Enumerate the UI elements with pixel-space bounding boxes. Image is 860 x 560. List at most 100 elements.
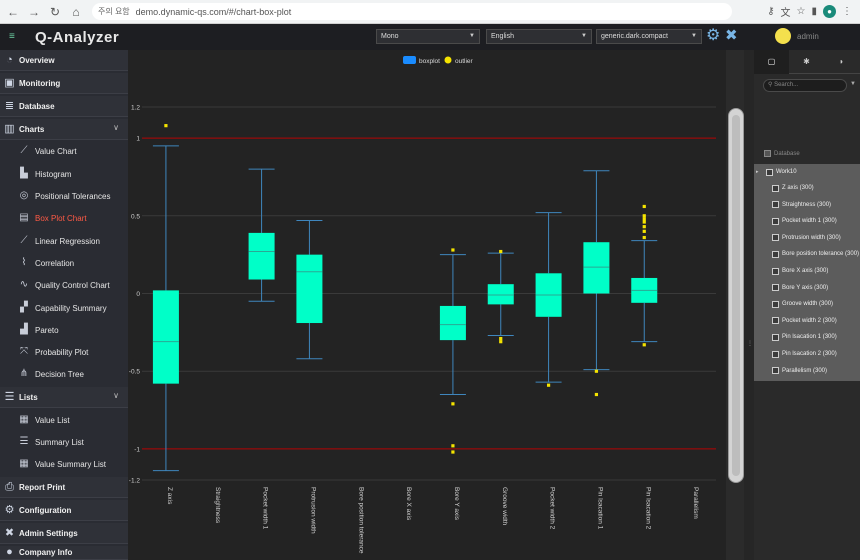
chevron-down-icon[interactable]: ▼: [850, 81, 858, 89]
outlier-point: [451, 402, 455, 406]
tree-checkbox[interactable]: [772, 234, 779, 242]
sidebar-item-linear-regression[interactable]: ⟋ Linear Regression: [0, 230, 128, 252]
sidebar-item-value-summary-list[interactable]: ▦ Value Summary List: [0, 453, 128, 475]
sidebar-item-database[interactable]: ≣ Database: [0, 96, 128, 117]
tree-item[interactable]: Parallelism (300): [754, 363, 860, 379]
tree-item[interactable]: Bore X axis (300): [754, 263, 860, 279]
sidebar-item-label: Overview: [19, 55, 55, 65]
avatar[interactable]: [775, 28, 791, 44]
sidebar-item-configuration[interactable]: ⚙ Configuration: [0, 500, 128, 521]
x-category-label: Pin lsacation 1: [596, 487, 603, 530]
star-icon[interactable]: ☆: [797, 6, 806, 17]
sidebar-item-label: Value Chart: [35, 146, 77, 156]
tree-item[interactable]: Bore Y axis (300): [754, 280, 860, 296]
sidebar-item-positional-tolerances[interactable]: ◎ Positional Tolerances: [0, 185, 128, 207]
sidebar-item-value-list[interactable]: ▦ Value List: [0, 409, 128, 431]
sidebar-item-charts[interactable]: ▥ Charts ∨: [0, 119, 128, 140]
address-bar[interactable]: 주의 요함 demo.dynamic-qs.com/#/chart-box-pl…: [92, 3, 732, 20]
pareto-icon: ▟: [20, 324, 28, 335]
gear-icon[interactable]: ⚙: [706, 27, 723, 44]
tree-checkbox[interactable]: [772, 250, 779, 258]
chart-vertical-scrollbar[interactable]: [728, 108, 744, 483]
style-select[interactable]: generic.dark.compact ▼: [596, 29, 702, 44]
back-icon[interactable]: ←: [5, 4, 21, 20]
tree-item[interactable]: Pocket width 1 (300): [754, 213, 860, 229]
menu-toggle-icon[interactable]: ≡: [9, 32, 17, 42]
tab-settings[interactable]: ✱: [789, 50, 824, 74]
reload-icon[interactable]: ↻: [47, 4, 63, 20]
tree-checkbox[interactable]: [772, 317, 779, 325]
printer-icon: ⎙: [5, 480, 14, 493]
tab-database[interactable]: ▢: [754, 50, 789, 74]
drag-handle-icon[interactable]: ⋮: [747, 340, 753, 350]
tree-item[interactable]: Groove width (300): [754, 296, 860, 312]
sidebar-item-probability-plot[interactable]: ⤧ Probability Plot: [0, 341, 128, 363]
sidebar-item-value-chart[interactable]: ⟋ Value Chart: [0, 140, 128, 162]
sidebar-item-monitoring[interactable]: ▣ Monitoring: [0, 73, 128, 94]
home-icon[interactable]: ⌂: [68, 4, 84, 20]
tree-item-label: Z axis (300): [782, 185, 814, 191]
tree-item[interactable]: Bore position tolerance (300): [754, 246, 860, 262]
sidebar-item-box-plot-chart[interactable]: ▤ Box Plot Chart: [0, 207, 128, 229]
database-icon: ▢: [767, 57, 776, 66]
outlier-point: [594, 369, 599, 373]
probability-icon: ⤧: [20, 346, 28, 357]
chevron-down-icon: ▼: [581, 33, 587, 39]
tab-style[interactable]: ◗: [824, 50, 859, 74]
tools-icon[interactable]: ✖: [725, 27, 740, 44]
sidebar-item-pareto[interactable]: ▟ Pareto: [0, 319, 128, 341]
sidebar-item-summary-list[interactable]: ☰ Summary List: [0, 431, 128, 453]
key-icon[interactable]: ⚷: [767, 6, 774, 17]
tree-checkbox[interactable]: [772, 350, 779, 358]
bar-chart-icon: ▥: [4, 122, 15, 135]
tree-item[interactable]: Straightness (300): [754, 197, 860, 213]
tree-checkbox[interactable]: [772, 333, 779, 341]
sidebar-item-lists[interactable]: ☰ Lists ∨: [0, 387, 128, 408]
y-tick-label: -1: [134, 446, 140, 453]
language-select[interactable]: English ▼: [486, 29, 592, 44]
tree-checkbox[interactable]: [772, 184, 779, 192]
sidebar-item-label: Probability Plot: [35, 347, 89, 357]
tree-item[interactable]: Z axis (300): [754, 180, 860, 196]
more-icon[interactable]: ⋮: [842, 6, 852, 17]
histogram-icon: ▙: [20, 168, 28, 179]
tree-item[interactable]: Pin lsacation 2 (300): [754, 346, 860, 362]
sidebar-item-company-info[interactable]: ● Company Info: [0, 546, 128, 560]
tree-item[interactable]: Pocket width 2 (300): [754, 313, 860, 329]
database-checkbox[interactable]: [764, 150, 771, 157]
sidebar-item-report-print[interactable]: ⎙ Report Print: [0, 477, 128, 498]
legend-outlier-label: outlier: [455, 58, 474, 65]
sidebar-item-label: Box Plot Chart: [35, 213, 87, 223]
browser-actions: ⚷ 文 ☆ ▮ ● ⋮: [767, 4, 852, 19]
sidebar-item-histogram[interactable]: ▙ Histogram: [0, 163, 128, 185]
tree-checkbox[interactable]: [772, 300, 779, 308]
sidebar-item-decision-tree[interactable]: ⋔ Decision Tree: [0, 363, 128, 385]
translate-icon[interactable]: 文: [781, 4, 791, 19]
sidebar-item-admin-settings[interactable]: ✖ Admin Settings: [0, 523, 128, 544]
tree-checkbox[interactable]: [772, 284, 779, 292]
sidebar-item-correlation[interactable]: ⌇ Correlation: [0, 252, 128, 274]
scrollbar-thumb[interactable]: [732, 115, 740, 476]
profile-icon[interactable]: ●: [823, 5, 836, 18]
tree-checkbox[interactable]: [772, 217, 779, 225]
tree-checkbox[interactable]: [772, 201, 779, 209]
tree-checkbox[interactable]: [766, 168, 773, 176]
forward-icon[interactable]: →: [26, 4, 42, 20]
sidebar-item-label: Linear Regression: [35, 236, 100, 246]
panel-splitter[interactable]: ⋮: [744, 50, 754, 560]
legend-outlier-swatch: [444, 56, 452, 64]
theme-select[interactable]: Mono ▼: [376, 29, 480, 44]
tree-checkbox[interactable]: [772, 367, 779, 375]
monitor-icon: ▣: [4, 76, 15, 89]
tree-root-item[interactable]: ▸ Work10: [754, 164, 860, 180]
tree-item[interactable]: Pin lsacation 1 (300): [754, 329, 860, 345]
search-input[interactable]: ⚲ Search...: [763, 79, 847, 92]
sidebar-item-overview[interactable]: ◔ Overview: [0, 50, 128, 71]
tree-item[interactable]: Protrusion width (300): [754, 230, 860, 246]
sidepanel-icon[interactable]: ▮: [811, 6, 817, 17]
expand-arrow-icon[interactable]: ▸: [756, 169, 762, 175]
sidebar-item-capability-summary[interactable]: ▞ Capability Summary: [0, 297, 128, 319]
sidebar-item-quality-control-chart[interactable]: ∿ Quality Control Chart: [0, 274, 128, 296]
tree-checkbox[interactable]: [772, 267, 779, 275]
database-checkbox-row[interactable]: Database: [754, 147, 860, 160]
